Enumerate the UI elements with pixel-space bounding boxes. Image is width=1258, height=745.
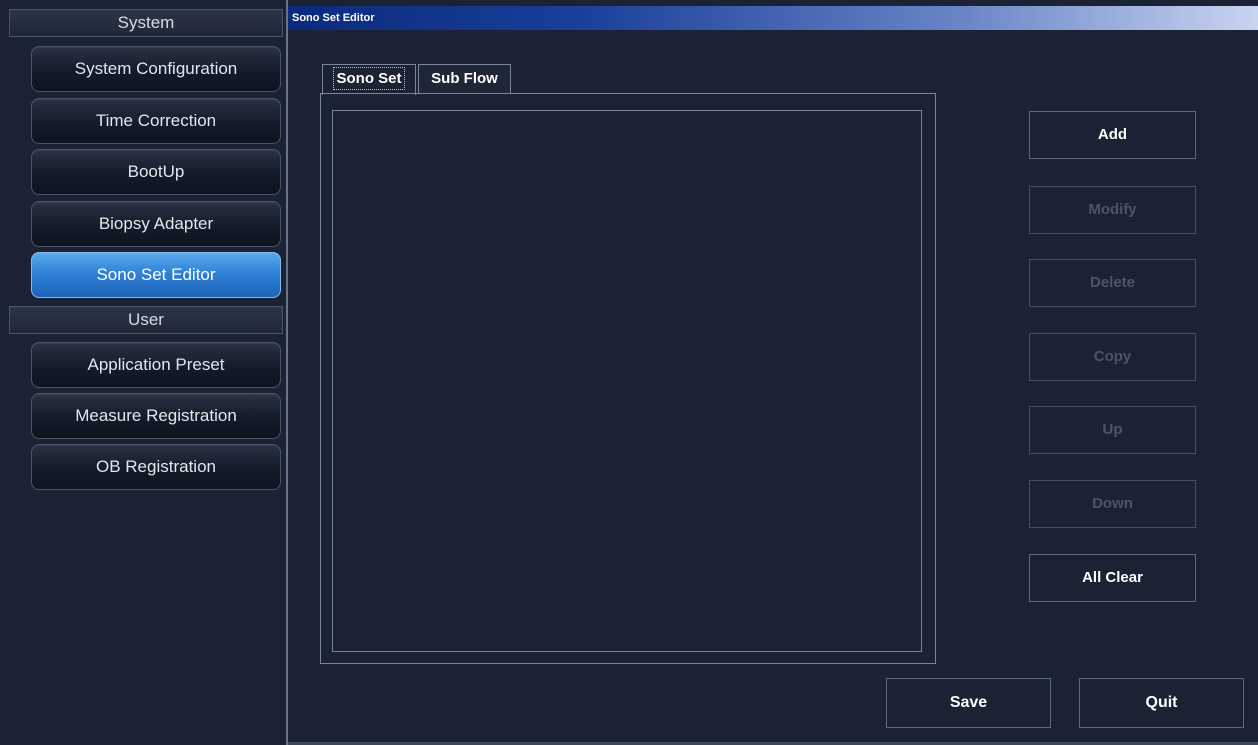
nav-bootup[interactable]: BootUp xyxy=(31,149,281,195)
nav-time-correction[interactable]: Time Correction xyxy=(31,98,281,144)
sidebar: System System Configuration Time Correct… xyxy=(0,0,286,745)
tab-sono-set[interactable]: Sono Set xyxy=(322,64,416,95)
all-clear-button[interactable]: All Clear xyxy=(1029,554,1196,602)
save-button[interactable]: Save xyxy=(886,678,1051,728)
quit-button[interactable]: Quit xyxy=(1079,678,1244,728)
add-button[interactable]: Add xyxy=(1029,111,1196,159)
tab-sub-flow[interactable]: Sub Flow xyxy=(418,64,511,94)
sono-set-editor-panel: Sono Set Editor Sono Set Sub Flow Add Mo… xyxy=(286,0,1258,745)
modify-button[interactable]: Modify xyxy=(1029,186,1196,234)
nav-ob-registration[interactable]: OB Registration xyxy=(31,444,281,490)
sono-set-list[interactable] xyxy=(332,110,922,652)
nav-system-configuration[interactable]: System Configuration xyxy=(31,46,281,92)
delete-button[interactable]: Delete xyxy=(1029,259,1196,307)
nav-application-preset[interactable]: Application Preset xyxy=(31,342,281,388)
system-section-header: System xyxy=(9,9,283,37)
user-section-header: User xyxy=(9,306,283,334)
up-button[interactable]: Up xyxy=(1029,406,1196,454)
nav-measure-registration[interactable]: Measure Registration xyxy=(31,393,281,439)
nav-sono-set-editor[interactable]: Sono Set Editor xyxy=(31,252,281,298)
copy-button[interactable]: Copy xyxy=(1029,333,1196,381)
tab-sub-flow-label: Sub Flow xyxy=(431,70,498,87)
tab-sono-set-label: Sono Set xyxy=(333,67,405,90)
nav-biopsy-adapter[interactable]: Biopsy Adapter xyxy=(31,201,281,247)
down-button[interactable]: Down xyxy=(1029,480,1196,528)
window-title: Sono Set Editor xyxy=(288,6,1258,30)
